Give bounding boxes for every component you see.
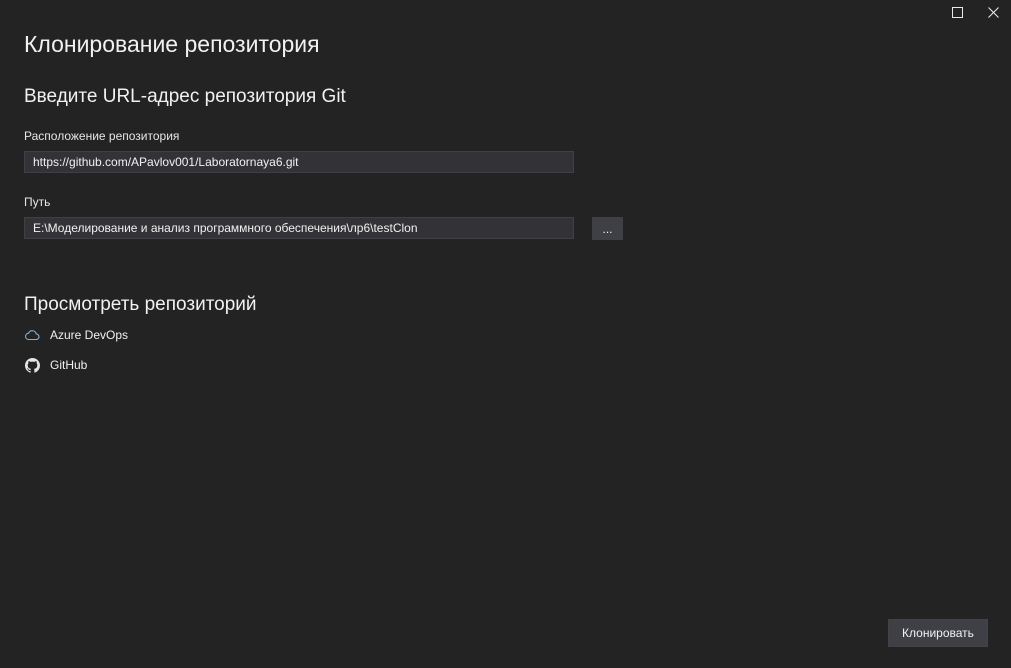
maximize-icon [951, 6, 963, 18]
close-button[interactable] [975, 0, 1011, 24]
azure-devops-link[interactable]: Azure DevOps [24, 327, 128, 343]
url-section-heading: Введите URL-адрес репозитория Git [24, 86, 346, 107]
browse-path-button[interactable]: ... [592, 217, 623, 240]
page-title: Клонирование репозитория [24, 31, 320, 57]
window-controls [939, 0, 1011, 24]
cloud-icon [24, 327, 40, 343]
path-label: Путь [24, 195, 51, 209]
path-input[interactable] [24, 217, 574, 239]
repository-location-label: Расположение репозитория [24, 129, 180, 143]
repository-location-input[interactable] [24, 151, 574, 173]
azure-devops-label: Azure DevOps [50, 328, 129, 342]
github-link[interactable]: GitHub [24, 357, 87, 373]
github-icon [24, 357, 40, 373]
close-icon [987, 6, 999, 18]
clone-repository-dialog: Клонирование репозитория Введите URL-адр… [0, 0, 1011, 668]
maximize-button[interactable] [939, 0, 975, 24]
browse-section-heading: Просмотреть репозиторий [24, 294, 257, 315]
github-label: GitHub [50, 358, 88, 372]
clone-button[interactable]: Клонировать [888, 619, 988, 647]
